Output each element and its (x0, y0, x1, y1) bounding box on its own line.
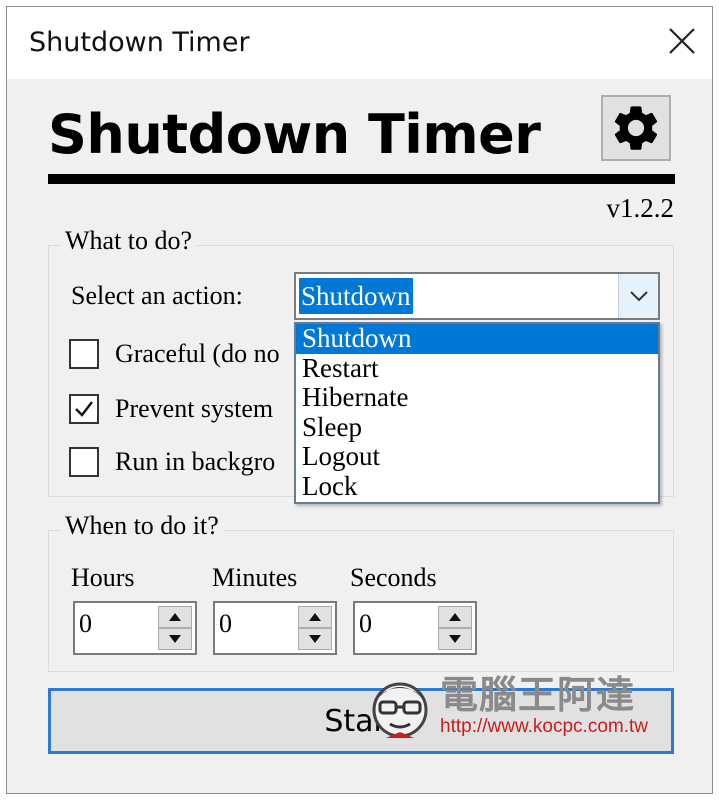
action-selected-value: Shutdown (299, 278, 413, 314)
prevent-system-checkbox[interactable] (69, 394, 99, 424)
mascot-icon (372, 682, 428, 738)
app-title: Shutdown Timer (48, 103, 541, 166)
action-combobox[interactable]: Shutdown (294, 272, 660, 320)
action-option-shutdown[interactable]: Shutdown (296, 324, 658, 354)
close-icon (669, 28, 695, 54)
prevent-system-option[interactable]: Prevent system (69, 391, 299, 427)
minutes-down-button[interactable] (298, 628, 332, 650)
run-in-background-option[interactable]: Run in backgro (69, 444, 299, 480)
seconds-down-button[interactable] (438, 628, 472, 650)
triangle-down-icon (449, 635, 461, 643)
triangle-up-icon (309, 613, 321, 621)
minutes-value[interactable]: 0 (219, 609, 232, 639)
graceful-label: Graceful (do no (115, 339, 280, 368)
watermark: 電腦王阿達 http://www.kocpc.com.tw (366, 662, 672, 752)
minutes-up-button[interactable] (298, 606, 332, 628)
watermark-url: http://www.kocpc.com.tw (440, 716, 649, 737)
triangle-down-icon (309, 635, 321, 643)
hours-up-button[interactable] (158, 606, 192, 628)
checkmark-icon (75, 401, 93, 417)
hours-stepper[interactable]: 0 (73, 601, 197, 655)
seconds-stepper[interactable]: 0 (353, 601, 477, 655)
seconds-label: Seconds (350, 563, 437, 592)
seconds-up-button[interactable] (438, 606, 472, 628)
select-action-label: Select an action: (71, 281, 243, 310)
hours-label: Hours (71, 563, 135, 592)
minutes-stepper[interactable]: 0 (213, 601, 337, 655)
action-dropdown-list: Shutdown Restart Hibernate Sleep Logout … (294, 322, 660, 504)
watermark-name: 電腦王阿達 (440, 673, 636, 717)
seconds-value[interactable]: 0 (359, 609, 372, 639)
combo-dropdown-button[interactable] (618, 274, 658, 318)
settings-button[interactable] (601, 95, 671, 161)
action-option-lock[interactable]: Lock (296, 471, 658, 502)
triangle-up-icon (169, 613, 181, 621)
minutes-label: Minutes (212, 563, 298, 592)
title-bar[interactable]: Shutdown Timer (7, 7, 712, 79)
version-label: v1.2.2 (606, 193, 675, 223)
chevron-down-icon (629, 291, 648, 302)
window-title: Shutdown Timer (29, 27, 250, 58)
hours-down-button[interactable] (158, 628, 192, 650)
action-option-logout[interactable]: Logout (296, 442, 658, 472)
gear-icon (614, 106, 658, 150)
graceful-checkbox[interactable] (69, 339, 99, 369)
close-button[interactable] (658, 17, 706, 65)
action-option-restart[interactable]: Restart (296, 353, 658, 384)
triangle-down-icon (169, 635, 181, 643)
prevent-system-label: Prevent system (115, 394, 274, 423)
title-divider (48, 174, 675, 184)
graceful-option[interactable]: Graceful (do no (69, 336, 299, 372)
what-to-do-legend: What to do? (61, 226, 197, 256)
action-option-sleep[interactable]: Sleep (296, 412, 658, 443)
action-option-hibernate[interactable]: Hibernate (296, 383, 658, 413)
triangle-up-icon (449, 613, 461, 621)
when-to-do-legend: When to do it? (61, 511, 223, 541)
hours-value[interactable]: 0 (79, 609, 92, 639)
run-in-background-checkbox[interactable] (69, 447, 99, 477)
run-in-background-label: Run in backgro (115, 447, 276, 476)
